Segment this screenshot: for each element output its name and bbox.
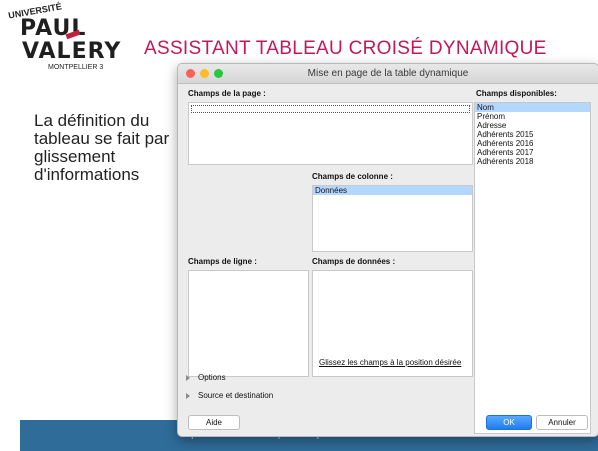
available-field-item[interactable]: Adhérents 2018: [475, 157, 590, 166]
row-fields-drop-area[interactable]: [188, 270, 309, 377]
column-field-item[interactable]: Données: [313, 186, 472, 195]
cancel-button[interactable]: Annuler: [536, 415, 588, 430]
page-fields-drop-placeholder: [191, 105, 470, 113]
available-field-item[interactable]: Adhérents 2017: [475, 148, 590, 157]
help-button[interactable]: Aide: [188, 415, 240, 430]
source-destination-expander[interactable]: Source et destination: [186, 391, 273, 400]
column-fields-label: Champs de colonne :: [312, 172, 393, 181]
column-fields-drop-area[interactable]: Données: [312, 185, 473, 252]
available-fields-list[interactable]: Nom Prénom Adresse Adhérents 2015 Adhére…: [474, 102, 591, 434]
dialog-titlebar[interactable]: Mise en page de la table dynamique: [178, 64, 598, 84]
row-fields-label: Champs de ligne :: [188, 257, 257, 266]
available-field-item[interactable]: Prénom: [475, 112, 590, 121]
drag-hint-text: Glissez les champs à la position désirée: [319, 358, 462, 367]
available-field-item[interactable]: Nom: [475, 103, 590, 112]
available-field-item[interactable]: Adresse: [475, 121, 590, 130]
ok-button[interactable]: OK: [486, 415, 532, 430]
page-fields-drop-area[interactable]: [188, 102, 473, 165]
options-label: Options: [198, 373, 226, 382]
page-fields-label: Champs de la page :: [188, 89, 266, 98]
slide: UNIVERSITÉ PAUL VALERY MONTPELLIER 3 ASS…: [0, 0, 598, 451]
data-fields-label: Champs de données :: [312, 257, 396, 266]
university-logo: UNIVERSITÉ PAUL VALERY MONTPELLIER 3: [6, 1, 136, 74]
slide-body-text: La définition du tableau se fait par gli…: [34, 111, 170, 184]
logo-valery-text: VALERY: [22, 39, 122, 64]
dialog-title: Mise en page de la table dynamique: [307, 68, 469, 79]
pivot-layout-dialog: Mise en page de la table dynamique Champ…: [177, 63, 598, 437]
source-destination-label: Source et destination: [198, 391, 274, 400]
slide-title: ASSISTANT TABLEAU CROISÉ DYNAMIQUE: [144, 38, 547, 59]
disclosure-triangle-icon: [186, 392, 190, 399]
disclosure-triangle-icon: [186, 374, 190, 381]
available-field-item[interactable]: Adhérents 2015: [475, 130, 590, 139]
options-expander[interactable]: Options: [186, 373, 226, 382]
logo-montpellier-text: MONTPELLIER 3: [48, 64, 104, 71]
available-fields-label: Champs disponibles:: [476, 89, 557, 98]
available-field-item[interactable]: Adhérents 2016: [475, 139, 590, 148]
logo-paul-text: PAUL: [20, 16, 87, 41]
